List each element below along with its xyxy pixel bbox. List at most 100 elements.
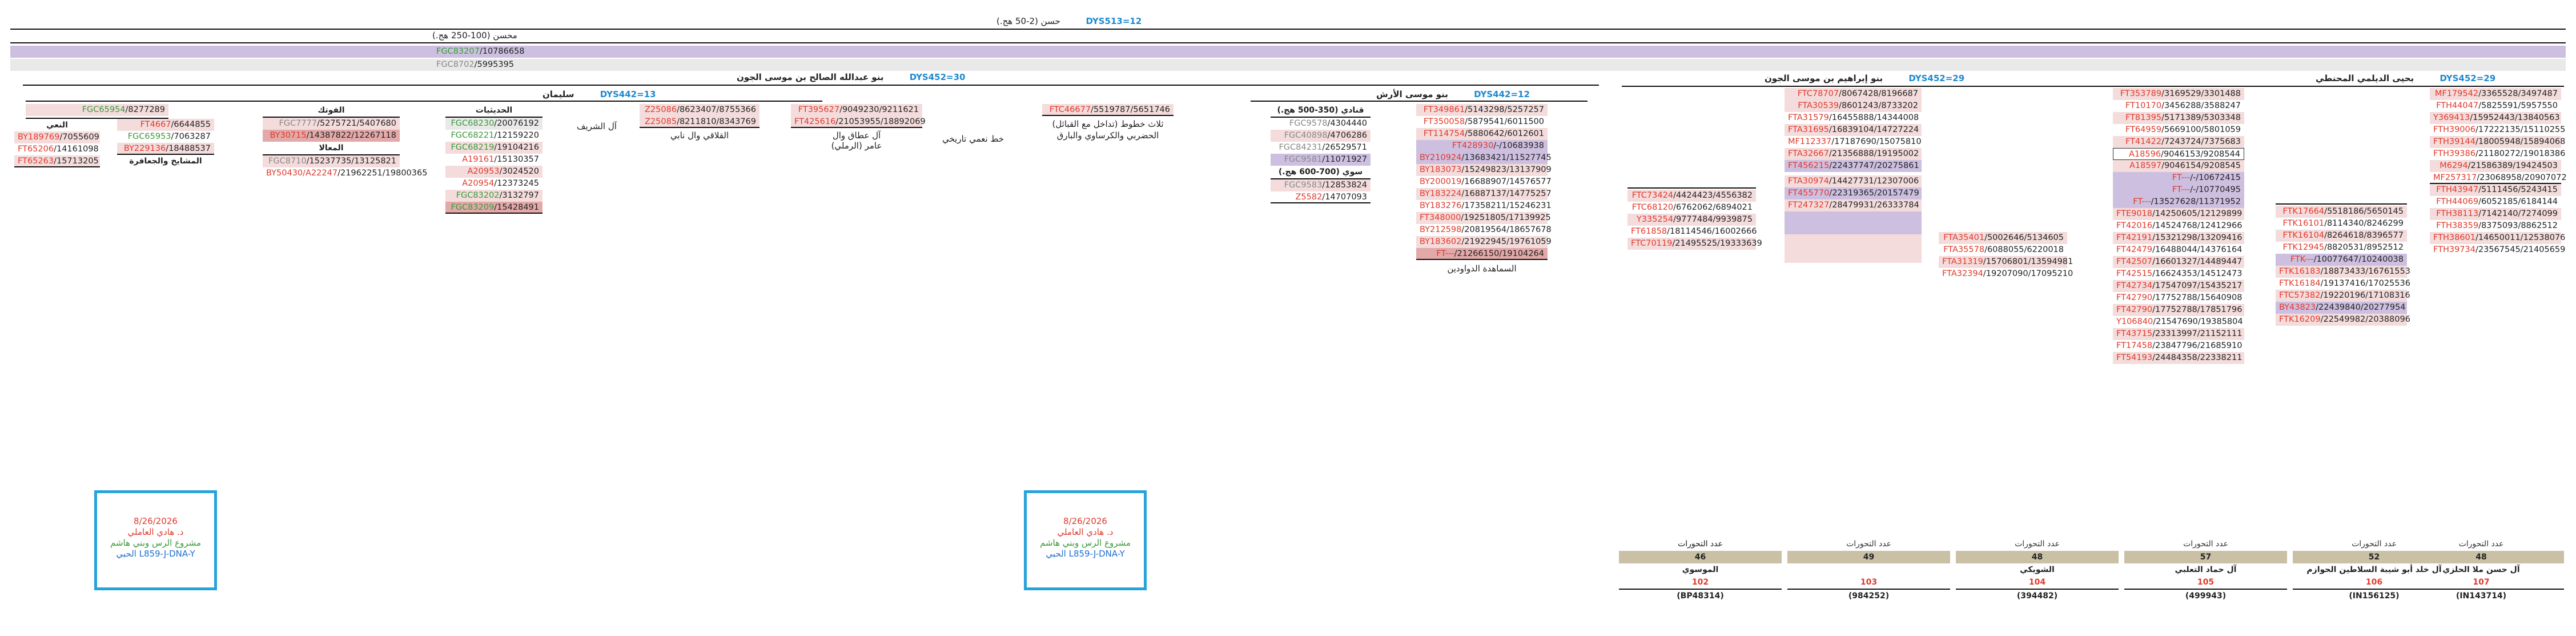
haplogroup-code: FT10170	[2125, 101, 2162, 110]
position-value: 19220196/17108316	[2323, 291, 2410, 300]
position-value: 21180272/19018386	[2478, 149, 2566, 158]
group-label: قنادي (350-500 هج.)	[1271, 104, 1371, 118]
list-item: FTH39006/17222135/15110255	[2430, 124, 2565, 136]
text-label: بنو إبراهيم بن موسى الجون	[1765, 73, 1883, 83]
text-label: 102	[1691, 578, 1709, 587]
haplogroup-code: FTK16209	[2279, 315, 2321, 324]
branch-sulaiman: سليمان DYS442=13	[542, 89, 656, 99]
list-item: FT348000/19251805/17139925	[1416, 212, 1551, 224]
group-label: السماهدة الدواودين	[1447, 263, 1517, 274]
haplogroup-code: FTC70119	[1631, 239, 1673, 248]
haplogroup-code: FT42734	[2116, 281, 2153, 290]
list-item: FT64959/5669100/5801059	[2113, 124, 2244, 136]
list-item: BY43823/22439840/20277954	[2276, 302, 2407, 314]
haplogroup-code: FT65206	[18, 145, 54, 154]
list-item: FT425616/21053955/18892069	[791, 116, 926, 128]
haplogroup-code: FT42515	[2116, 269, 2153, 278]
list-item: FGC9578/4304440	[1271, 118, 1371, 130]
position-value: 21547690/19385804	[2156, 317, 2243, 326]
position-value: 17547097/15435217	[2155, 281, 2243, 290]
haplogroup-code: BY43823	[2279, 303, 2316, 312]
haplogroup-code: FGC84231	[1279, 143, 1323, 152]
position-value: 18114546/16002666	[1669, 227, 1757, 236]
list-item: MF112337/17187690/15075810	[1785, 136, 1922, 148]
position-value: 14650011/12538076	[2478, 233, 2566, 242]
branch-yahya: بحيى الديلمي المحنطي DYS452=29	[2316, 73, 2495, 83]
list-item: FTK16184/19137416/17025536	[2276, 278, 2410, 290]
haplogroup-code: A19161	[462, 155, 495, 164]
group-a2: FT4667/6644855 FGC65953/7063287 BY229136…	[117, 119, 214, 167]
haplogroup-code: FT42016	[2116, 221, 2153, 230]
haplogroup-code: FGC68219	[451, 143, 495, 152]
list-item: FT81395/5171389/5303348	[2113, 112, 2244, 124]
haplogroup-code: BY50430/A22247	[266, 169, 338, 178]
haplogroup-code: M6294	[2440, 161, 2468, 170]
haplogroup-code: FGC68221	[451, 131, 495, 140]
list-item: BY30715/14387822/12267118	[263, 130, 400, 142]
haplogroup-code: FTA35578	[1943, 245, 1985, 254]
group-label: سوي (700-600 هج.)	[1271, 166, 1371, 179]
text-label: (984252)	[1787, 589, 1950, 602]
text-label: مشروع الرس وبني هاشم	[110, 538, 201, 548]
haplogroup-code: FT42191	[2116, 233, 2153, 242]
haplogroup-code: FGC9583	[1284, 181, 1323, 190]
group-g-label: خط نعمي تاريخي	[942, 134, 1004, 144]
list-item: FTA31319/15706801/13594981	[1939, 256, 2073, 268]
position-value: 9046154/9208545	[2164, 161, 2241, 170]
position-value: 16455888/14344008	[1831, 113, 1919, 122]
haplogroup-code: A18597	[2129, 161, 2162, 170]
haplogroup-code: BY200019	[1420, 177, 1462, 186]
summary-col-7: عدد التحورات 48 آل حسن ملا الحلزي 107 (I…	[2398, 537, 2564, 602]
signature-stamp: 8/26/2026 د. هادي العاملي مشروع الرس وبن…	[1024, 490, 1147, 590]
text-label: مشروع الرس وبني هاشم	[1040, 538, 1131, 548]
haplogroup-code: FGC8710	[268, 157, 307, 166]
haplogroup-code: FT42790	[2116, 305, 2153, 314]
haplogroup-code: Y369413	[2433, 113, 2470, 122]
position-value: 17358211/15246231	[1464, 201, 1552, 210]
position-value: -/10672415	[2193, 173, 2241, 182]
list-item: FGC9583/12853824	[1271, 179, 1371, 191]
list-item: BY183602/21922945/19761059	[1416, 236, 1552, 248]
position-value: 8067428/8196687	[1841, 89, 1918, 98]
position-value: 23068958/20907072	[2479, 173, 2567, 182]
list-item: BY183224/16887137/14775257	[1416, 188, 1552, 200]
position-value: 28479931/26333784	[1832, 201, 1919, 210]
position-value: 14427731/12307006	[1831, 177, 1919, 186]
text-label	[1787, 563, 1950, 576]
position-value: 24484358/22338211	[2155, 353, 2243, 362]
haplogroup-code: FT348000	[1420, 213, 1461, 222]
list-item: BY200019/16688907/14576577	[1416, 176, 1552, 188]
haplogroup-code: BY210924	[1420, 153, 1462, 162]
text-label: الحبي L859-J-DNA-Y	[1046, 549, 1125, 559]
text-label: بحيى الديلمي المحنطي	[2316, 73, 2414, 83]
list-item: FTH43947/5111456/5243415	[2430, 184, 2561, 196]
group-j: FT349861/5143298/5257257 FT350058/587954…	[1416, 104, 1552, 274]
text-label: د. هادي العاملي	[1057, 527, 1114, 537]
group-label: الحديثيات	[445, 104, 542, 118]
position-value: 21356888/19195002	[1831, 149, 1919, 158]
group-label: القلاقي وال نابي	[670, 130, 729, 141]
position-value: 16839104/14727224	[1831, 125, 1919, 134]
position-value: 21266150/19104264	[1457, 249, 1545, 258]
haplogroup-code: FT456215	[1788, 161, 1830, 170]
list-item: Z25085/8211810/8343769	[640, 116, 759, 128]
position-value: 9049230/9211621	[842, 105, 919, 114]
text-label: 105	[2197, 578, 2215, 587]
list-item: FT---/-/10672415	[2113, 172, 2244, 184]
list-item: FTH44069/6052185/6184144	[2430, 196, 2561, 208]
position-value: 5995395	[477, 60, 515, 69]
text-label: 8/26/2026	[134, 516, 178, 526]
list-item: FGC65953/7063287	[117, 131, 214, 143]
group-f: FT395627/9049230/9211621 FT425616/210539…	[791, 104, 926, 151]
position-value: 22437747/20275861	[1832, 161, 1919, 170]
list-item: FT54193/24484358/22338211	[2113, 352, 2244, 364]
haplogroup-code: FGC65953	[127, 132, 171, 141]
text-label: (BP48314)	[1619, 589, 1782, 602]
haplogroup-code: FTK16104	[2282, 231, 2325, 240]
position-value: 15952443/13840563	[2473, 113, 2560, 122]
list-item: FT42515/16624353/14512473	[2113, 268, 2244, 280]
root-tag: DYS513=12	[1086, 16, 1142, 26]
haplogroup-code: FTA31319	[1942, 257, 1983, 266]
level2-line	[10, 42, 2566, 43]
list-item: FT428930/-/10683938	[1416, 140, 1548, 152]
